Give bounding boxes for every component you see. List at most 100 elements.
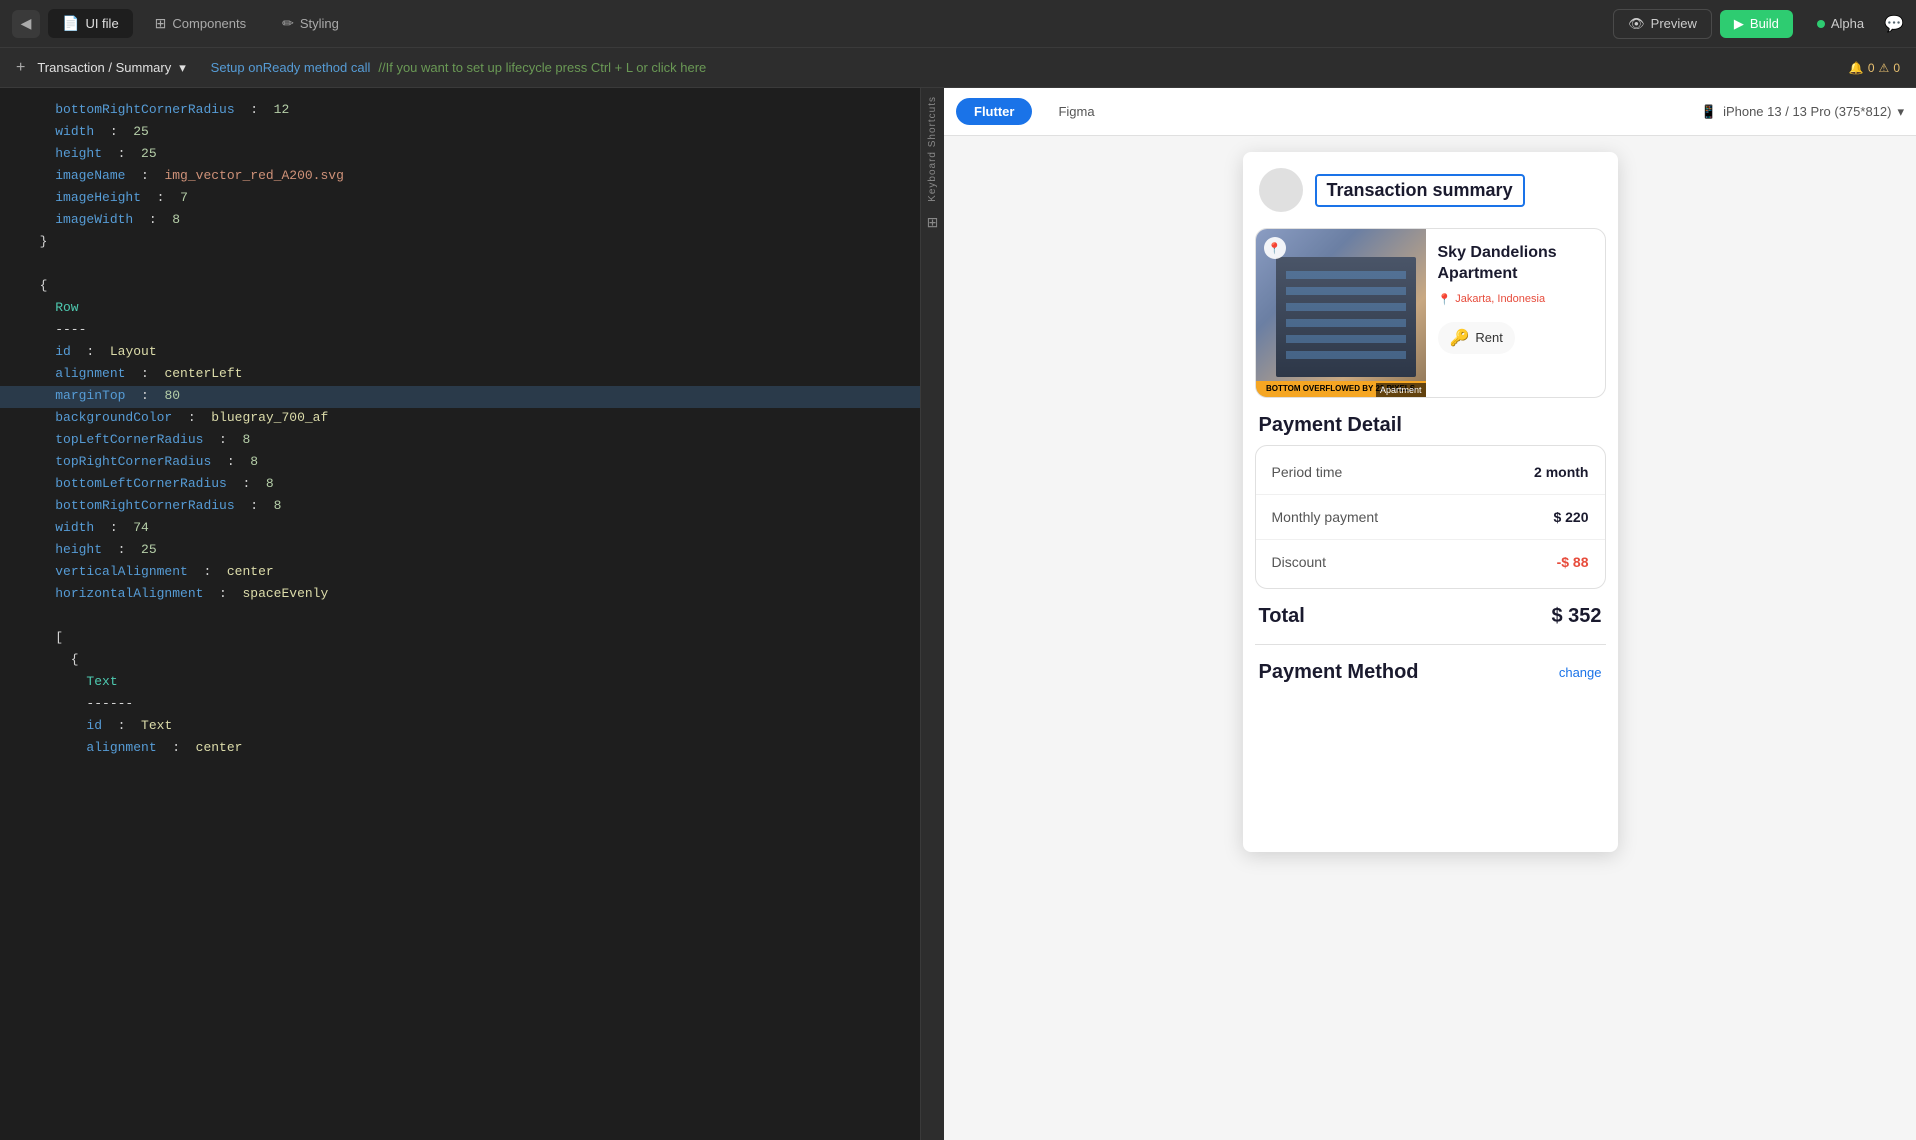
phone-container: Transaction summary 📍 BOTTOM OVERFLOWED …: [944, 136, 1916, 1140]
key-icon: 🔑: [1450, 328, 1470, 348]
code-line: }: [0, 232, 920, 254]
code-line: id : Layout: [0, 342, 920, 364]
code-line: imageWidth : 8: [0, 210, 920, 232]
property-info: Sky Dandelions Apartment 📍 Jakarta, Indo…: [1426, 229, 1605, 397]
preview-button[interactable]: 👁 Preview: [1613, 9, 1712, 39]
chat-button[interactable]: 💬: [1884, 14, 1904, 34]
user-badge: Alpha: [1817, 16, 1864, 31]
flutter-tab[interactable]: Flutter: [956, 98, 1032, 125]
payment-row-period: Period time 2 month: [1256, 450, 1605, 495]
code-line: bottomLeftCornerRadius : 8: [0, 474, 920, 496]
rent-badge: 🔑 Rent: [1438, 322, 1515, 354]
tab-ui-file[interactable]: 📄 UI file: [48, 9, 133, 38]
payment-row-discount: Discount -$ 88: [1256, 540, 1605, 584]
preview-eye-icon: 👁: [1628, 16, 1645, 32]
build-label: Build: [1750, 16, 1779, 31]
rent-text: Rent: [1475, 330, 1502, 345]
grid-icon[interactable]: ⊞: [927, 214, 939, 231]
code-line: id : Text: [0, 716, 920, 738]
period-label: Period time: [1272, 464, 1343, 480]
build-play-icon: ▶: [1734, 16, 1744, 32]
code-line: marginTop : 80: [0, 386, 920, 408]
property-card: 📍 BOTTOM OVERFLOWED BY 22 PIXELS Apartme…: [1255, 228, 1606, 398]
tab-styling-label: Styling: [300, 16, 339, 31]
code-line: bottomRightCornerRadius : 12: [0, 100, 920, 122]
discount-label: Discount: [1272, 554, 1326, 570]
preview-panel: Flutter Figma 📱 iPhone 13 / 13 Pro (375*…: [944, 88, 1916, 1140]
payment-detail-title: Payment Detail: [1243, 398, 1618, 445]
device-selector[interactable]: 📱 iPhone 13 / 13 Pro (375*812) ▾: [1701, 104, 1904, 120]
main-content: bottomRightCornerRadius : 12 width : 25 …: [0, 88, 1916, 1140]
build-button[interactable]: ▶ Build: [1720, 10, 1793, 38]
avatar: [1259, 168, 1303, 212]
code-line: verticalAlignment : center: [0, 562, 920, 584]
back-icon: ◀: [21, 15, 32, 32]
figma-tab[interactable]: Figma: [1040, 98, 1112, 125]
tab-styling[interactable]: ✏ Styling: [268, 9, 353, 38]
code-line: topRightCornerRadius : 8: [0, 452, 920, 474]
change-link[interactable]: change: [1559, 665, 1602, 680]
code-line: ----: [0, 320, 920, 342]
breadcrumb-bar: + Transaction / Summary ▾ Setup onReady …: [0, 48, 1916, 88]
hint-comment: //If you want to set up lifecycle press …: [378, 60, 706, 75]
setup-comment: Setup onReady method call: [211, 60, 371, 75]
add-button[interactable]: +: [16, 59, 25, 77]
code-line: height : 25: [0, 144, 920, 166]
error-count: 0: [1893, 61, 1900, 75]
total-value: $ 352: [1551, 605, 1601, 628]
warning-badge: 🔔 0 ⚠ 0: [1849, 61, 1900, 75]
code-line: {: [0, 276, 920, 298]
property-image-inner: 📍 BOTTOM OVERFLOWED BY 22 PIXELS Apartme…: [1256, 229, 1426, 397]
discount-value: -$ 88: [1557, 554, 1589, 570]
map-pin-icon: 📍: [1264, 237, 1286, 259]
phone-icon: 📱: [1701, 104, 1717, 120]
monthly-label: Monthly payment: [1272, 509, 1379, 525]
payment-method-title: Payment Method: [1259, 661, 1419, 684]
code-line: alignment : center: [0, 738, 920, 760]
breadcrumb: Transaction / Summary: [37, 60, 171, 75]
preview-label: Preview: [1651, 16, 1697, 31]
chevron-down-icon: ▾: [1897, 104, 1904, 120]
online-indicator: [1817, 20, 1825, 28]
top-bar: ◀ 📄 UI file ⊞ Components ✏ Styling 👁 Pre…: [0, 0, 1916, 48]
code-line: ------: [0, 694, 920, 716]
tab-components[interactable]: ⊞ Components: [141, 9, 260, 38]
code-line: horizontalAlignment : spaceEvenly: [0, 584, 920, 606]
page-title-box: Transaction summary: [1315, 174, 1525, 207]
warning-count: 0: [1868, 61, 1875, 75]
payment-row-monthly: Monthly payment $ 220: [1256, 495, 1605, 540]
dropdown-icon[interactable]: ▾: [179, 60, 186, 76]
code-line: Row: [0, 298, 920, 320]
code-line: Text: [0, 672, 920, 694]
code-line: [0, 254, 920, 276]
code-line: height : 25: [0, 540, 920, 562]
code-line: imageHeight : 7: [0, 188, 920, 210]
alert-icon: ⚠: [1879, 61, 1890, 75]
property-location: 📍 Jakarta, Indonesia: [1438, 293, 1593, 306]
property-image: 📍 BOTTOM OVERFLOWED BY 22 PIXELS Apartme…: [1256, 229, 1426, 397]
payment-detail-box: Period time 2 month Monthly payment $ 22…: [1255, 445, 1606, 589]
keyboard-shortcuts-sidebar: Keyboard Shortcuts ⊞: [920, 88, 944, 1140]
total-label: Total: [1259, 605, 1305, 628]
bell-icon: 🔔: [1849, 61, 1864, 75]
code-panel[interactable]: bottomRightCornerRadius : 12 width : 25 …: [0, 88, 920, 1140]
page-title: Transaction summary: [1327, 180, 1513, 200]
apartment-label: Apartment: [1376, 383, 1426, 397]
code-line: {: [0, 650, 920, 672]
code-line: topLeftCornerRadius : 8: [0, 430, 920, 452]
location-pin-icon: 📍: [1438, 293, 1452, 306]
ui-file-icon: 📄: [62, 15, 79, 32]
preview-header: Flutter Figma 📱 iPhone 13 / 13 Pro (375*…: [944, 88, 1916, 136]
code-line: width : 74: [0, 518, 920, 540]
code-line: [: [0, 628, 920, 650]
period-value: 2 month: [1534, 464, 1588, 480]
user-name: Alpha: [1831, 16, 1864, 31]
code-line: width : 25: [0, 122, 920, 144]
code-line: [0, 606, 920, 628]
back-button[interactable]: ◀: [12, 10, 40, 38]
app-header: Transaction summary: [1243, 152, 1618, 228]
code-line: backgroundColor : bluegray_700_af: [0, 408, 920, 430]
phone-screen: Transaction summary 📍 BOTTOM OVERFLOWED …: [1243, 152, 1618, 852]
code-line: imageName : img_vector_red_A200.svg: [0, 166, 920, 188]
location-text: Jakarta, Indonesia: [1455, 293, 1545, 305]
